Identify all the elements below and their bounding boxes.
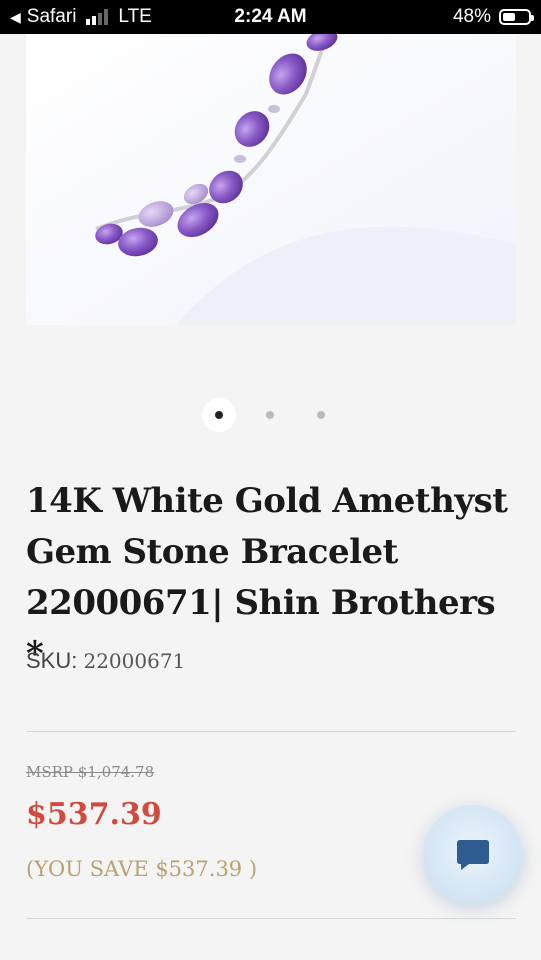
- amethyst-bracelet-image: [26, 34, 516, 325]
- sku-label: SKU:: [26, 648, 78, 673]
- divider: [26, 918, 516, 919]
- you-save-text: (YOU SAVE $537.39 ): [26, 857, 258, 881]
- status-bar: ◀ Safari LTE 2:24 AM 48%: [0, 0, 541, 34]
- gallery-pagination: [0, 398, 541, 432]
- gallery-dot-active-indicator: [215, 411, 223, 419]
- msrp-price: MSRP $1,074.78: [26, 763, 155, 781]
- sale-price: $537.39: [26, 797, 162, 832]
- product-sku: SKU: 22000671: [26, 648, 185, 674]
- product-image[interactable]: [26, 34, 516, 325]
- battery-icon: [499, 9, 534, 25]
- gallery-dot-2[interactable]: [266, 411, 274, 419]
- divider: [26, 731, 516, 732]
- gallery-dot-3[interactable]: [317, 411, 325, 419]
- battery-percent: 48%: [452, 6, 491, 27]
- sku-value: 22000671: [83, 649, 186, 673]
- chat-button[interactable]: [423, 805, 523, 905]
- chat-bubble-icon: [457, 840, 489, 870]
